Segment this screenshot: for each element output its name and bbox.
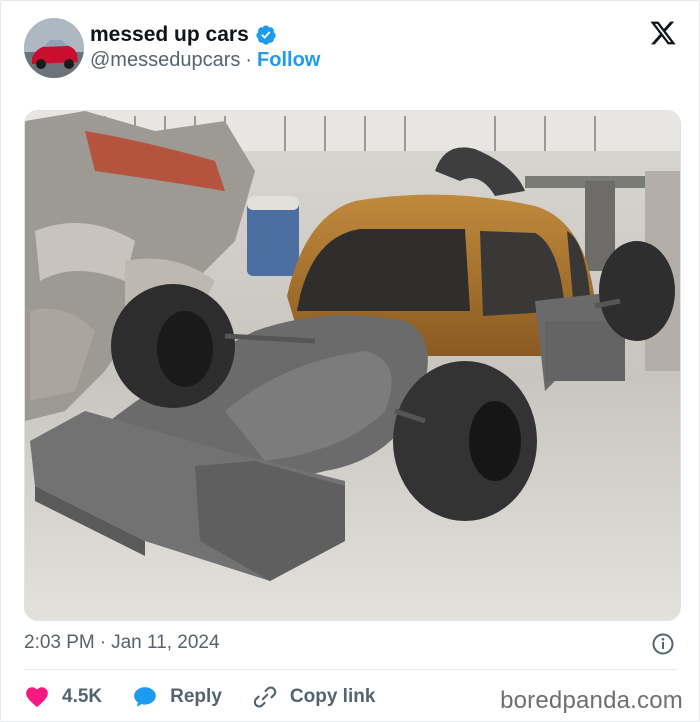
copy-link-label: Copy link xyxy=(289,686,376,707)
post-time: 2:03 PM xyxy=(24,632,95,653)
timestamp-separator: · xyxy=(99,632,107,653)
link-icon xyxy=(253,686,277,708)
verified-badge-icon xyxy=(256,25,276,45)
heart-icon xyxy=(26,687,48,708)
follow-button[interactable]: Follow xyxy=(257,49,320,72)
post-timestamp[interactable]: 2:03 PM · Jan 11, 2024 xyxy=(24,632,220,654)
author-display-name[interactable]: messed up cars xyxy=(90,23,249,47)
avatar-image xyxy=(24,18,84,78)
car-photo xyxy=(25,111,680,620)
copy-link-button[interactable]: Copy link xyxy=(252,684,376,710)
separator-dot: · xyxy=(245,49,253,71)
post-image[interactable] xyxy=(24,110,681,621)
likes-count: 4.5K xyxy=(62,686,103,707)
watermark: boredpanda.com xyxy=(500,687,683,714)
action-bar: 4.5K Reply Copy link xyxy=(24,684,405,710)
reply-bubble-icon xyxy=(134,687,156,707)
author-name-row: messed up cars xyxy=(90,23,277,47)
post-date: Jan 11, 2024 xyxy=(111,632,220,653)
info-icon[interactable] xyxy=(651,632,675,656)
tweet-card: messed up cars @messedupcars · Follow 2:… xyxy=(0,0,700,722)
reply-button[interactable]: Reply xyxy=(132,684,222,710)
author-handle[interactable]: @messedupcars xyxy=(90,49,240,72)
divider xyxy=(24,669,677,670)
reply-label: Reply xyxy=(170,686,222,707)
avatar[interactable] xyxy=(24,18,84,78)
like-button[interactable]: 4.5K xyxy=(24,684,102,710)
author-handle-row: @messedupcars · Follow xyxy=(90,49,320,72)
x-logo-icon[interactable] xyxy=(649,19,677,47)
